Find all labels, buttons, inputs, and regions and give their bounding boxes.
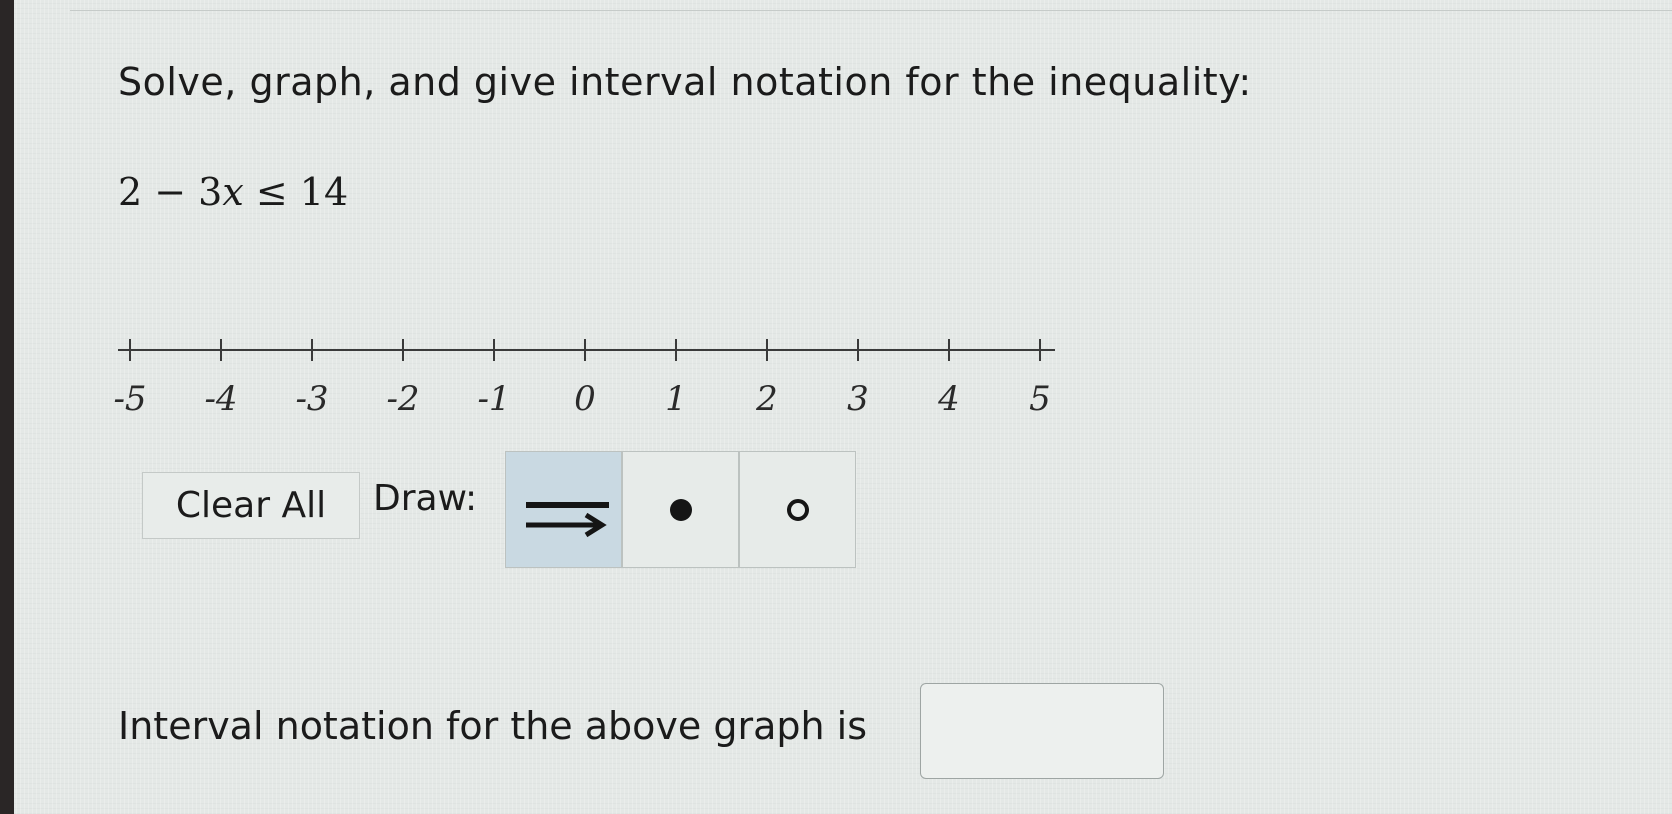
closed-dot-icon: [669, 498, 692, 521]
ray-arrow-icon: [525, 501, 609, 537]
number-line-tick-label: 3: [847, 379, 869, 419]
number-line-graph[interactable]: -5 -4 -3 -2 -1 0 1 2 3 4 5: [0, 0, 1672, 440]
number-line-tick-label: 1: [665, 379, 687, 419]
closed-dot-tool-button[interactable]: [622, 451, 739, 568]
interval-notation-label: Interval notation for the above graph is: [118, 704, 868, 748]
number-line-tick-label: 4: [937, 379, 960, 419]
number-line-tick-label: 2: [755, 379, 778, 419]
number-line-tick-label: 0: [574, 379, 596, 419]
open-dot-icon: [786, 498, 809, 521]
number-line-tick-label: -3: [295, 379, 328, 419]
clear-all-button[interactable]: Clear All: [142, 472, 360, 539]
number-line-tick-label: -1: [477, 379, 510, 419]
number-line-tick-label: -4: [204, 379, 237, 419]
open-dot-tool-button[interactable]: [739, 451, 856, 568]
number-line-tick-labels: -5 -4 -3 -2 -1 0 1 2 3 4 5: [113, 379, 1050, 419]
draw-label: Draw:: [373, 478, 478, 519]
number-line-tick-label: -2: [386, 379, 419, 419]
number-line-tick-label: -5: [113, 379, 146, 419]
interval-notation-input[interactable]: [920, 683, 1164, 779]
number-line-tick-label: 5: [1029, 379, 1051, 419]
ray-tool-button[interactable]: [505, 451, 622, 568]
